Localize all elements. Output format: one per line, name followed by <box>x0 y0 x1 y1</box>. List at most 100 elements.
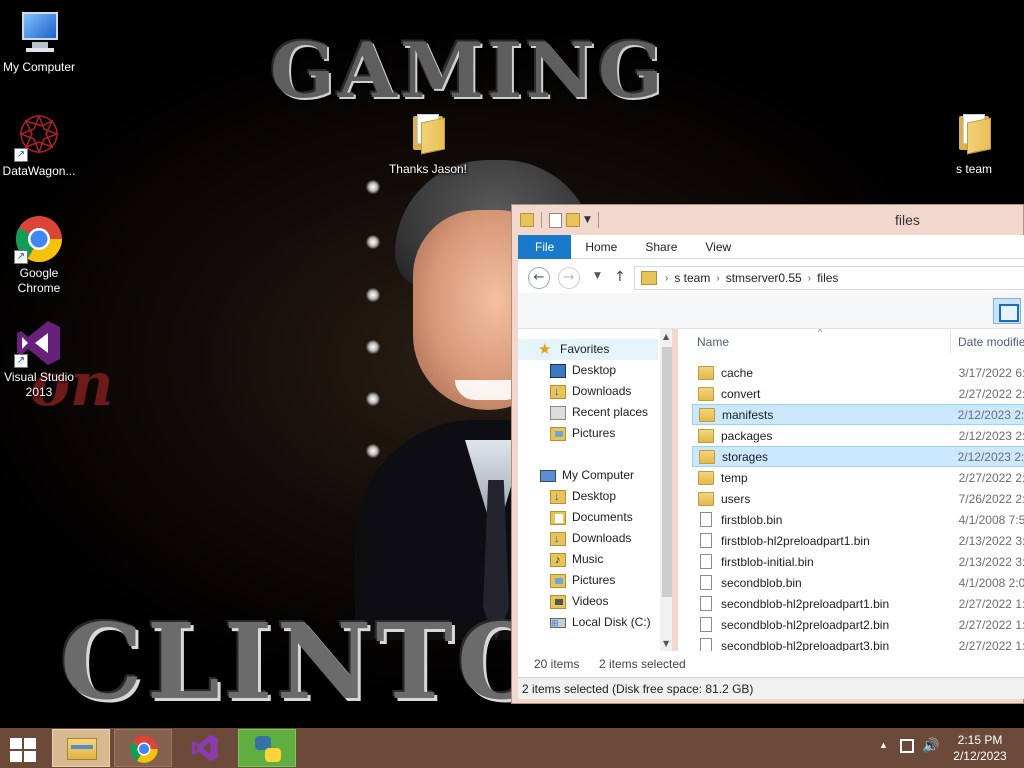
taskbar-python[interactable] <box>238 729 296 767</box>
file-name: packages <box>721 428 773 443</box>
nav-item-downloads[interactable]: Downloads <box>550 381 631 403</box>
file-list[interactable]: ^ Name Date modifie cache 3/17/2022 6:3 co… <box>678 329 1024 651</box>
column-header-name[interactable]: Name <box>697 335 729 349</box>
title-bar[interactable]: ▼ files <box>512 205 1023 235</box>
desktop-icon-visual-studio[interactable]: ↗ Visual Studio 2013 <box>0 318 81 400</box>
tab-home[interactable]: Home <box>571 235 631 259</box>
network-icon[interactable] <box>900 739 914 753</box>
downloads-icon <box>550 529 566 550</box>
nav-item-favorites[interactable]: ★ Favorites <box>518 339 658 360</box>
nav-item-videos[interactable]: Videos <box>550 591 608 612</box>
file-name: temp <box>721 470 748 485</box>
desktop-icon-chrome[interactable]: ↗ Google Chrome <box>0 214 81 296</box>
nav-item-label: Pictures <box>572 573 616 587</box>
desktop-icon-label: s team <box>955 162 992 176</box>
pictures-icon <box>550 573 566 588</box>
file-date-modified: 2/12/2023 2:1 <box>958 428 1024 443</box>
file-row[interactable]: storages 2/12/2023 2:1 <box>692 446 1024 467</box>
show-hidden-icons-icon[interactable]: ▲ <box>879 740 888 750</box>
scrollbar-thumb[interactable] <box>662 347 672 597</box>
clock[interactable]: 2:15 PM 2/12/2023 <box>948 732 1012 764</box>
desktop-icon-my-computer[interactable]: My Computer <box>0 8 81 75</box>
file-date-modified: 2/27/2022 1:2 <box>958 617 1024 632</box>
desktop-folder-icon <box>550 487 566 508</box>
up-arrow-icon[interactable]: ↑ <box>614 269 626 285</box>
volume-icon[interactable]: 🔊 <box>922 737 939 754</box>
nav-item-pictures[interactable]: Pictures <box>550 423 615 444</box>
file-row[interactable]: firstblob-initial.bin 2/13/2022 3:3 <box>692 551 1024 572</box>
file-row[interactable]: convert 2/27/2022 2:1 <box>692 383 1024 404</box>
file-explorer-window[interactable]: ▼ files File Home Share View ← → ▼ ↑ › s… <box>511 204 1024 704</box>
preview-pane-button[interactable] <box>993 298 1021 324</box>
desktop-icon-thanks-jason-folder[interactable]: Thanks Jason! <box>386 110 470 177</box>
taskbar-chrome[interactable] <box>114 729 172 767</box>
recent-locations-chevron-icon[interactable]: ▼ <box>594 271 601 281</box>
back-icon[interactable]: ← <box>528 267 550 289</box>
file-icon <box>700 554 712 569</box>
nav-item-documents[interactable]: Documents <box>550 507 633 528</box>
desktop-icon-label: DataWagon... <box>2 164 76 178</box>
scroll-down-icon[interactable]: ▼ <box>663 639 669 648</box>
file-row[interactable]: secondblob-hl2preloadpart3.bin 2/27/2022 … <box>692 635 1024 651</box>
breadcrumb-item[interactable]: files <box>817 271 838 285</box>
file-row[interactable]: manifests 2/12/2023 2:1 <box>692 404 1024 425</box>
nav-item-label: Local Disk (C:) <box>572 615 651 629</box>
file-row[interactable]: users 7/26/2022 2:4 <box>692 488 1024 509</box>
address-bar[interactable]: › s team › stmserver0.55 › files <box>634 266 1024 290</box>
nav-item-label: Recent places <box>572 405 649 419</box>
my-computer-icon <box>14 8 64 58</box>
breadcrumb-item[interactable]: s team <box>674 271 710 285</box>
nav-pane-scrollbar[interactable]: ▲ ▼ <box>660 329 672 651</box>
taskbar-file-explorer[interactable] <box>52 729 110 767</box>
nav-item-music[interactable]: Music <box>550 549 603 571</box>
forward-icon[interactable]: → <box>558 267 580 289</box>
shortcut-arrow-icon: ↗ <box>14 250 28 264</box>
nav-item-recent-places[interactable]: Recent places <box>550 402 648 423</box>
file-icon <box>700 533 712 548</box>
file-row[interactable]: secondblob.bin 4/1/2008 2:01 <box>692 572 1024 593</box>
nav-item-my-computer[interactable]: My Computer <box>540 465 634 486</box>
window-title: files <box>895 212 920 228</box>
new-folder-icon[interactable] <box>566 213 580 227</box>
documents-icon <box>550 510 566 525</box>
nav-item-label: Desktop <box>572 489 617 503</box>
breadcrumb-chevron-icon[interactable]: › <box>808 273 811 284</box>
properties-icon[interactable] <box>549 212 562 228</box>
taskbar-visual-studio[interactable] <box>176 729 234 767</box>
item-count: 20 items <box>534 657 580 671</box>
file-icon <box>700 596 712 611</box>
star-icon: ★ <box>538 340 552 358</box>
chevron-down-icon[interactable]: ▼ <box>584 215 591 225</box>
scroll-up-icon[interactable]: ▲ <box>663 332 669 341</box>
desktop-icon-s-team-folder[interactable]: s team <box>932 110 1016 177</box>
desktop-icon-label: Visual Studio 2013 <box>4 370 74 399</box>
tab-view[interactable]: View <box>691 235 745 259</box>
file-row[interactable]: firstblob.bin 4/1/2008 7:53 <box>692 509 1024 530</box>
file-row[interactable]: firstblob-hl2preloadpart1.bin 2/13/2022 3… <box>692 530 1024 551</box>
file-row[interactable]: secondblob-hl2preloadpart2.bin 2/27/2022 … <box>692 614 1024 635</box>
breadcrumb-chevron-icon[interactable]: › <box>665 273 668 284</box>
nav-item-desktop[interactable]: Desktop <box>550 360 616 381</box>
visual-studio-icon <box>191 734 218 762</box>
nav-item-pictures[interactable]: Pictures <box>550 570 615 591</box>
folder-icon <box>698 365 714 380</box>
file-row[interactable]: cache 3/17/2022 6:3 <box>692 362 1024 383</box>
nav-item-desktop[interactable]: Desktop <box>550 486 617 508</box>
local-disk-icon <box>550 613 566 634</box>
nav-item-local-disk[interactable]: Local Disk (C:) <box>550 612 651 634</box>
file-row[interactable]: packages 2/12/2023 2:1 <box>692 425 1024 446</box>
nav-item-label: Videos <box>572 594 609 608</box>
tab-file[interactable]: File <box>518 235 572 259</box>
breadcrumb-chevron-icon[interactable]: › <box>716 273 719 284</box>
windows-start-icon[interactable] <box>8 736 38 762</box>
file-row[interactable]: temp 2/27/2022 2:1 <box>692 467 1024 488</box>
tab-share[interactable]: Share <box>631 235 691 259</box>
file-date-modified: 2/13/2022 3:3 <box>958 533 1024 548</box>
file-date-modified: 4/1/2008 7:53 <box>958 512 1024 527</box>
desktop-icon-datawagon[interactable]: ↗ DataWagon... <box>0 112 81 179</box>
file-row[interactable]: secondblob-hl2preloadpart1.bin 2/27/2022 … <box>692 593 1024 614</box>
breadcrumb-item[interactable]: stmserver0.55 <box>726 271 802 285</box>
column-header-date-modified[interactable]: Date modifie <box>958 335 1024 349</box>
navigation-pane[interactable]: ★ Favorites Desktop Downloads Recent pla… <box>518 329 672 651</box>
nav-item-downloads[interactable]: Downloads <box>550 528 631 550</box>
